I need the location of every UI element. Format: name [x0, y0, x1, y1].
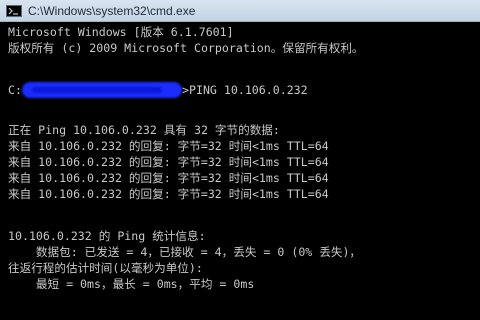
- console-line-rtt-header: 往返行程的估计时间(以毫秒为单位):: [8, 261, 203, 275]
- title-bar[interactable]: C:\Windows\system32\cmd.exe: [0, 0, 480, 22]
- redacted-path-scribble: [22, 82, 182, 98]
- console-line-reply: 来自 10.106.0.232 的回复: 字节=32 时间<1ms TTL=64: [8, 171, 329, 185]
- console-output[interactable]: Microsoft Windows [版本 6.1.7601] 版权所有 (c)…: [0, 22, 480, 320]
- console-line-stats-header: 10.106.0.232 的 Ping 统计信息:: [8, 229, 206, 243]
- console-line-reply: 来自 10.106.0.232 的回复: 字节=32 时间<1ms TTL=64: [8, 155, 329, 169]
- console-command: >PING 10.106.0.232: [182, 83, 308, 97]
- console-line-version: Microsoft Windows [版本 6.1.7601]: [8, 25, 234, 39]
- console-line-packets: 数据包: 已发送 = 4，已接收 = 4，丢失 = 0 (0% 丢失)，: [8, 245, 362, 259]
- console-line-reply: 来自 10.106.0.232 的回复: 字节=32 时间<1ms TTL=64: [8, 187, 329, 201]
- console-line-ping-start: 正在 Ping 10.106.0.232 具有 32 字节的数据:: [8, 123, 280, 137]
- cmd-icon: [6, 4, 22, 17]
- console-prompt-drive: C:: [8, 83, 22, 97]
- console-line-rtt-values: 最短 = 0ms，最长 = 0ms，平均 = 0ms: [8, 277, 255, 291]
- window-title: C:\Windows\system32\cmd.exe: [28, 3, 196, 18]
- cmd-window: C:\Windows\system32\cmd.exe Microsoft Wi…: [0, 0, 480, 320]
- console-line-reply: 来自 10.106.0.232 的回复: 字节=32 时间<1ms TTL=64: [8, 139, 329, 153]
- console-line-copyright: 版权所有 (c) 2009 Microsoft Corporation。保留所有…: [8, 41, 364, 55]
